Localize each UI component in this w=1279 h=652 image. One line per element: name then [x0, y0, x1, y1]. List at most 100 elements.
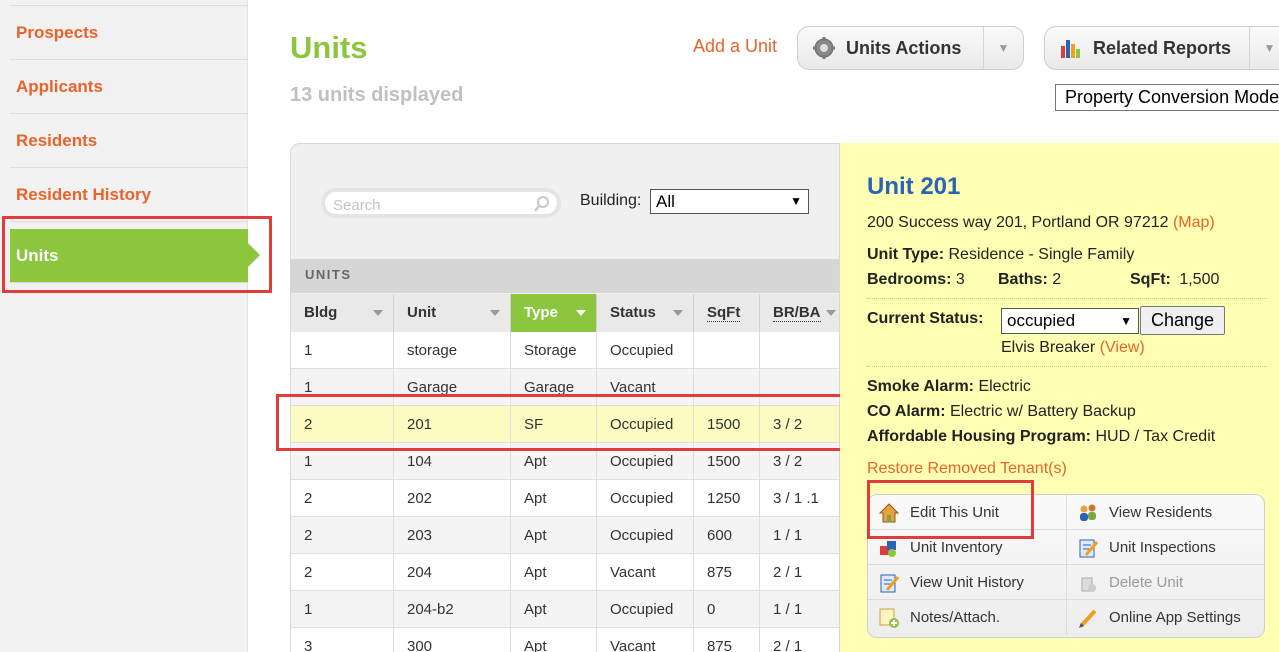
online-app-settings-button[interactable]: Online App Settings	[1067, 600, 1264, 635]
sidebar-item-residents[interactable]: Residents	[10, 114, 248, 168]
view-residents-button[interactable]: View Residents	[1067, 495, 1264, 530]
delete-unit-button[interactable]: Delete Unit	[1067, 565, 1264, 600]
table-cell: 1250	[694, 480, 760, 517]
table-cell: 203	[394, 517, 511, 554]
search-input[interactable]	[333, 194, 523, 216]
column-header-br-ba[interactable]: BR/BA	[760, 294, 839, 332]
table-cell: SF	[511, 406, 597, 443]
units-count: 13 units displayed	[290, 84, 464, 106]
co-alarm-label: CO Alarm:	[867, 403, 946, 420]
column-header-label: SqFt	[707, 304, 741, 322]
delete-icon	[1077, 572, 1099, 594]
table-cell	[760, 369, 839, 406]
bedrooms-row: Bedrooms: 3	[867, 271, 965, 289]
view-resident-link[interactable]: (View)	[1100, 339, 1145, 356]
table-cell: 201	[394, 406, 511, 443]
table-cell: 1500	[694, 406, 760, 443]
column-header-unit[interactable]: Unit	[394, 294, 511, 332]
unit-inventory-label: Unit Inventory	[910, 539, 1003, 556]
sidebar-item-units[interactable]: Units	[10, 229, 248, 283]
search-box	[321, 188, 561, 218]
edit-unit-button[interactable]: Edit This Unit	[868, 495, 1067, 530]
unit-type-value: Residence - Single Family	[948, 246, 1135, 263]
housing-program-label: Affordable Housing Program:	[867, 428, 1092, 445]
property-select[interactable]: Property Conversion Mode	[1055, 84, 1279, 111]
chevron-down-icon[interactable]: ▼	[1249, 27, 1279, 69]
add-unit-link[interactable]: Add a Unit	[693, 36, 777, 57]
related-reports-button[interactable]: Related Reports ▼	[1044, 26, 1279, 70]
resident-name: Elvis Breaker	[1001, 339, 1096, 356]
table-cell	[760, 332, 839, 369]
table-row[interactable]: 2 201 SF Occupied 1500 3 / 2	[291, 406, 839, 443]
building-select[interactable]: All ▼	[650, 189, 809, 214]
unit-inventory-button[interactable]: Unit Inventory	[868, 530, 1067, 565]
view-unit-history-button[interactable]: View Unit History	[868, 565, 1067, 600]
sort-arrow-icon	[826, 310, 836, 316]
pencil-icon	[1077, 607, 1099, 629]
sidebar-item-resident-history[interactable]: Resident History	[10, 168, 248, 222]
column-header-status[interactable]: Status	[597, 294, 694, 332]
column-header-label: Unit	[407, 304, 437, 321]
co-alarm-row: CO Alarm: Electric w/ Battery Backup	[867, 403, 1136, 421]
table-cell: Occupied	[597, 332, 694, 369]
table-cell: 0	[694, 591, 760, 628]
online-app-settings-label: Online App Settings	[1109, 609, 1241, 626]
table-cell: Occupied	[597, 406, 694, 443]
table-cell: Vacant	[597, 369, 694, 406]
table-row[interactable]: 1 Garage Garage Vacant	[291, 369, 839, 406]
change-status-button[interactable]: Change	[1140, 306, 1225, 335]
divider	[867, 298, 1267, 299]
bedrooms-label: Bedrooms:	[867, 271, 952, 288]
unit-type-label: Unit Type:	[867, 246, 945, 263]
chevron-down-icon[interactable]: ▼	[983, 27, 1023, 69]
sort-arrow-icon	[490, 310, 500, 316]
column-header-sqft[interactable]: SqFt	[694, 294, 760, 332]
table-row[interactable]: 2 203 Apt Occupied 600 1 / 1	[291, 517, 839, 554]
table-row[interactable]: 3 300 Apt Vacant 875 2 / 1	[291, 628, 839, 652]
table-cell: 875	[694, 554, 760, 591]
table-cell: Storage	[511, 332, 597, 369]
current-status-label: Current Status:	[867, 310, 983, 328]
current-status-label-text: Current Status:	[867, 310, 984, 327]
table-cell: 600	[694, 517, 760, 554]
unit-inspections-label: Unit Inspections	[1109, 539, 1216, 556]
address-text: 200 Success way 201, Portland OR 97212	[867, 214, 1169, 231]
table-cell: 875	[694, 628, 760, 652]
sidebar-item-prospects[interactable]: Prospects	[10, 6, 248, 60]
bar-chart-icon	[1059, 36, 1083, 60]
table-cell: 3 / 2	[760, 443, 839, 480]
restore-tenants-link[interactable]: Restore Removed Tenant(s)	[867, 460, 1067, 478]
people-icon	[1077, 502, 1099, 524]
table-row[interactable]: 2 204 Apt Vacant 875 2 / 1	[291, 554, 839, 591]
map-link[interactable]: (Map)	[1173, 214, 1215, 231]
table-row[interactable]: 1 204-b2 Apt Occupied 0 1 / 1	[291, 591, 839, 628]
sort-arrow-icon	[673, 310, 683, 316]
divider	[867, 366, 1267, 367]
table-row[interactable]: 1 storage Storage Occupied	[291, 332, 839, 369]
table-cell: 3 / 1 .1	[760, 480, 839, 517]
units-actions-button[interactable]: Units Actions ▼	[797, 26, 1024, 70]
table-row[interactable]: 1 104 Apt Occupied 1500 3 / 2	[291, 443, 839, 480]
table-cell: 204-b2	[394, 591, 511, 628]
column-header-type[interactable]: Type	[511, 294, 597, 332]
view-residents-label: View Residents	[1109, 504, 1213, 521]
sidebar-item-applicants[interactable]: Applicants	[10, 60, 248, 114]
status-select[interactable]: occupied ▼	[1001, 308, 1139, 334]
notes-attach-button[interactable]: Notes/Attach.	[868, 600, 1067, 635]
column-header-label: Type	[524, 304, 558, 321]
resident-row: Elvis Breaker (View)	[1001, 339, 1145, 357]
unit-inspections-button[interactable]: Unit Inspections	[1067, 530, 1264, 565]
column-header-label: BR/BA	[773, 304, 821, 322]
table-cell: 1500	[694, 443, 760, 480]
smoke-alarm-label: Smoke Alarm:	[867, 378, 974, 395]
table-cell: Vacant	[597, 628, 694, 652]
sort-arrow-icon	[576, 310, 586, 316]
sidebar: Prospects Applicants Residents Resident …	[0, 0, 248, 652]
building-select-value: All	[656, 192, 675, 211]
chevron-down-icon: ▼	[1120, 314, 1132, 328]
search-icon[interactable]	[533, 195, 551, 213]
table-row[interactable]: 2 202 Apt Occupied 1250 3 / 1 .1	[291, 480, 839, 517]
table-cell: 202	[394, 480, 511, 517]
column-header-bldg[interactable]: Bldg	[291, 294, 394, 332]
smoke-alarm-row: Smoke Alarm: Electric	[867, 378, 1031, 396]
